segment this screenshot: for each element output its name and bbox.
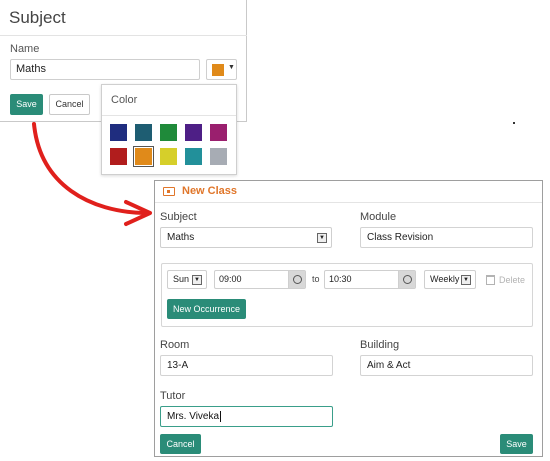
tutor-label: Tutor xyxy=(160,390,186,402)
start-time-input[interactable]: 09:00 xyxy=(214,270,306,289)
building-input[interactable]: Aim & Act xyxy=(360,355,533,376)
frequency-select[interactable]: Weekly ▼ xyxy=(424,270,476,289)
start-time-value: 09:00 xyxy=(219,274,242,284)
tutor-input[interactable]: Mrs. Viveka xyxy=(160,406,333,427)
new-occurrence-button[interactable]: New Occurrence xyxy=(167,299,246,319)
subject-select-value: Maths xyxy=(167,232,195,243)
day-select[interactable]: Sun ▼ xyxy=(167,270,207,289)
chevron-down-icon: ▼ xyxy=(192,275,202,285)
clock-icon[interactable] xyxy=(288,271,305,288)
module-input[interactable]: Class Revision xyxy=(360,227,533,248)
divider xyxy=(155,202,542,203)
panel-title: New Class xyxy=(182,185,238,197)
classroom-icon xyxy=(163,187,175,196)
save-button[interactable]: Save xyxy=(500,434,533,454)
building-label: Building xyxy=(360,339,400,351)
end-time-input[interactable]: 10:30 xyxy=(324,270,416,289)
text-cursor xyxy=(220,411,222,422)
chevron-down-icon: ▼ xyxy=(461,275,471,285)
new-class-panel: New Class Subject Maths ▼ Module Class R… xyxy=(154,180,543,457)
to-label: to xyxy=(312,274,320,284)
clock-icon[interactable] xyxy=(398,271,415,288)
module-label: Module xyxy=(360,211,397,223)
trash-icon xyxy=(486,275,495,285)
end-time-value: 10:30 xyxy=(329,274,352,284)
room-label: Room xyxy=(160,339,190,351)
room-input[interactable]: 13-A xyxy=(160,355,333,376)
tutor-value: Mrs. Viveka xyxy=(167,411,220,423)
occurrence-box: Sun ▼ 09:00 to 10:30 Weekly ▼ Delete New… xyxy=(161,263,533,327)
chevron-down-icon: ▼ xyxy=(317,233,327,243)
day-select-value: Sun xyxy=(173,274,190,284)
subject-label: Subject xyxy=(160,211,197,223)
subject-select[interactable]: Maths ▼ xyxy=(160,227,332,248)
delete-occurrence-link[interactable]: Delete xyxy=(499,275,525,285)
stray-dot xyxy=(513,122,515,124)
cancel-button[interactable]: Cancel xyxy=(160,434,201,454)
frequency-select-value: Weekly xyxy=(430,274,460,284)
